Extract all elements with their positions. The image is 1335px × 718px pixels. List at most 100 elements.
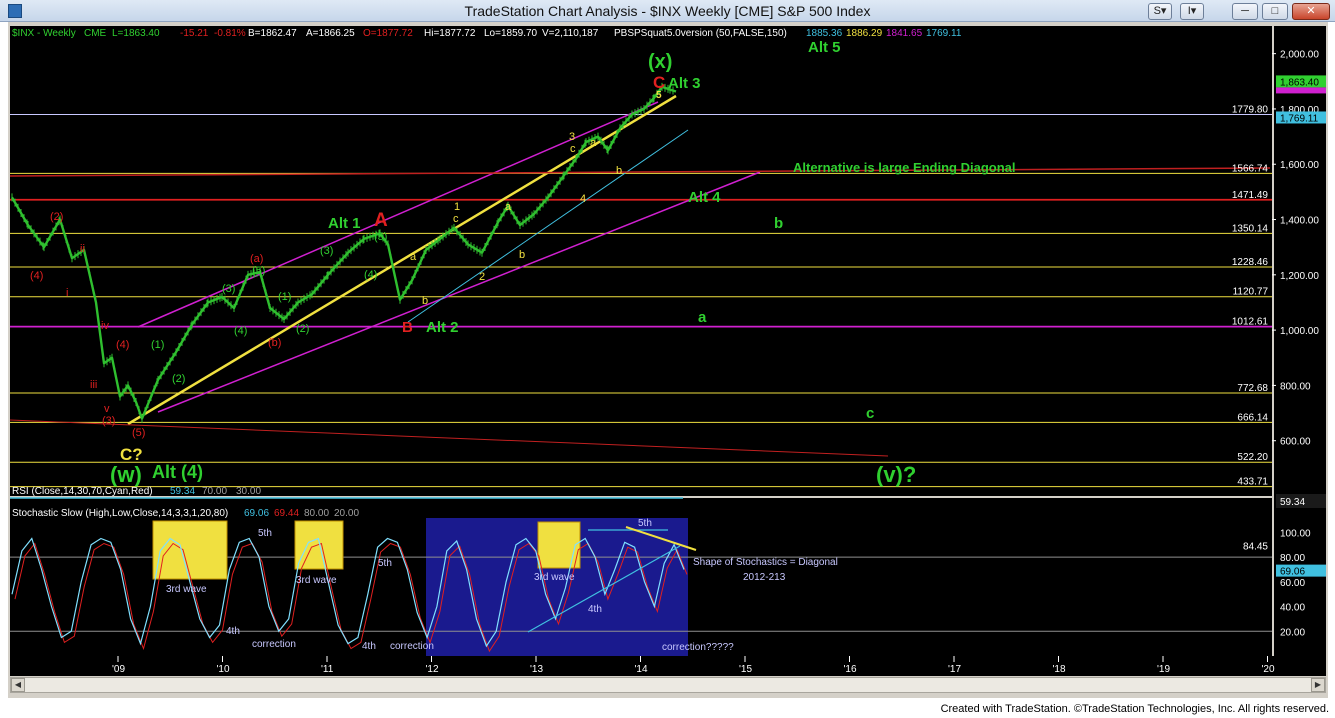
note-years: 2012-213 bbox=[743, 572, 786, 583]
time-tick-0: '09 bbox=[112, 664, 125, 675]
level-label-0: 1779.80 bbox=[1232, 105, 1269, 116]
last-price-tag-text: 1,863.40 bbox=[1280, 77, 1319, 88]
indicator-value-1: 1885.36 bbox=[806, 28, 843, 39]
label-y2: 2 bbox=[479, 271, 485, 283]
label-g3: (3) bbox=[222, 283, 235, 295]
label-5-red: (5) bbox=[132, 427, 145, 439]
time-tick-1: '10 bbox=[217, 664, 230, 675]
label-b-green: b bbox=[774, 215, 783, 232]
label-g5b: (5) bbox=[374, 231, 387, 243]
stoch-yellow-box-3 bbox=[537, 521, 581, 569]
time-tick-8: '17 bbox=[948, 664, 961, 675]
label-w-wave: (w) bbox=[110, 462, 142, 487]
scroll-right-button[interactable]: ▶ bbox=[1311, 678, 1325, 692]
note-correction-2: correction bbox=[390, 641, 434, 652]
label-a-paren: (a) bbox=[250, 253, 263, 265]
label-ya3: a bbox=[590, 137, 597, 149]
stoch-yellow-box-1 bbox=[152, 520, 228, 580]
label-alt1: Alt 1 bbox=[328, 215, 361, 232]
stoch-d: 69.44 bbox=[274, 508, 299, 519]
high-value: Hi=1877.72 bbox=[424, 28, 476, 39]
rsi-tag-text: 59.34 bbox=[1280, 497, 1305, 508]
label-2-red: (2) bbox=[50, 211, 63, 223]
note-fifth-2: 5th bbox=[378, 558, 392, 569]
time-tick-10: '19 bbox=[1157, 664, 1170, 675]
header-readout: $INX - Weekly CME L=1863.40 -15.21 -0.81… bbox=[12, 28, 962, 39]
level-label-2: 1471.49 bbox=[1232, 190, 1269, 201]
bid-value: B=1862.47 bbox=[248, 28, 297, 39]
time-tick-11: '20 bbox=[1262, 664, 1275, 675]
note-third-wave-1: 3rd wave bbox=[166, 584, 207, 595]
info-button[interactable]: I▾ bbox=[1180, 3, 1204, 20]
level-label-10: 433.71 bbox=[1237, 477, 1268, 488]
rsi-upper: 70.00 bbox=[202, 486, 227, 497]
chart-window: 2,000.00 1,800.00 1,600.00 1,400.00 1,200.00… bbox=[8, 22, 1328, 698]
level-label-9: 522.20 bbox=[1237, 452, 1268, 463]
price-tick-3: 1,400.00 bbox=[1280, 216, 1319, 227]
note-third-wave-2: 3rd wave bbox=[296, 575, 337, 586]
note-fifth-1: 5th bbox=[258, 528, 272, 539]
rsi-lower: 30.00 bbox=[236, 486, 261, 497]
label-c-green: c bbox=[866, 405, 874, 422]
stoch-tick-0: 100.00 bbox=[1280, 528, 1311, 539]
label-g4: (4) bbox=[234, 325, 247, 337]
label-g5: (5) bbox=[252, 265, 265, 277]
stoch-level-label: 84.45 bbox=[1243, 542, 1268, 553]
level-label-7: 772.68 bbox=[1237, 383, 1268, 394]
note-third-wave-3: 3rd wave bbox=[534, 572, 575, 583]
price-tick-6: 800.00 bbox=[1280, 381, 1311, 392]
time-tick-3: '12 bbox=[426, 664, 439, 675]
indicator-label: PBSPSquat5.0version (50,FALSE,150) bbox=[614, 28, 787, 39]
label-alt5: Alt 5 bbox=[808, 39, 841, 56]
last-price: L=1863.40 bbox=[112, 28, 160, 39]
ask-value: A=1866.25 bbox=[306, 28, 355, 39]
stoch-tick-2: 60.00 bbox=[1280, 578, 1305, 589]
minimize-button[interactable]: ─ bbox=[1232, 3, 1258, 20]
indicator-value-2: 1886.29 bbox=[846, 28, 883, 39]
note-fourth-3: 4th bbox=[588, 604, 602, 615]
label-i: i bbox=[66, 287, 68, 299]
price-tag-2-text: 1,769.11 bbox=[1280, 113, 1319, 124]
rsi-value: 59.34 bbox=[170, 486, 195, 497]
label-v-wave: (v)? bbox=[876, 462, 916, 487]
label-yb: b bbox=[422, 295, 428, 307]
note-fourth-2: 4th bbox=[362, 641, 376, 652]
close-icon: ✕ bbox=[1306, 5, 1316, 17]
level-label-3: 1350.14 bbox=[1232, 223, 1269, 234]
label-yb2: b bbox=[519, 249, 525, 261]
label-alt3: Alt 3 bbox=[668, 75, 701, 92]
label-g4b: (4) bbox=[364, 269, 377, 281]
label-ya2: a bbox=[505, 201, 512, 213]
symbol-link-button[interactable]: S▾ bbox=[1148, 3, 1172, 20]
maximize-icon: □ bbox=[1271, 5, 1279, 17]
rsi-pane[interactable] bbox=[10, 498, 1272, 507]
indicator-value-4: 1769.11 bbox=[926, 28, 962, 39]
stoch-tag-text: 69.06 bbox=[1280, 567, 1305, 578]
change-percent: -0.81% bbox=[214, 28, 246, 39]
level-label-4: 1228.46 bbox=[1232, 257, 1269, 268]
horizontal-scrollbar[interactable]: ◀ ▶ bbox=[10, 677, 1326, 693]
close-button[interactable]: ✕ bbox=[1292, 3, 1330, 20]
label-g2b: (2) bbox=[296, 323, 309, 335]
open-value: O=1877.72 bbox=[363, 28, 413, 39]
price-tick-4: 1,200.00 bbox=[1280, 271, 1319, 282]
maximize-button[interactable]: □ bbox=[1262, 3, 1288, 20]
scroll-left-button[interactable]: ◀ bbox=[11, 678, 25, 692]
volume-value: V=2,110,187 bbox=[542, 28, 599, 39]
stoch-tick-3: 40.00 bbox=[1280, 603, 1305, 614]
stoch-readout: Stochastic Slow (High,Low,Close,14,3,3,1… bbox=[12, 508, 359, 519]
label-a-red: A bbox=[374, 210, 388, 231]
time-tick-5: '14 bbox=[635, 664, 648, 675]
level-label-8: 666.14 bbox=[1237, 412, 1268, 423]
label-ending-diagonal: Alternative is large Ending Diagonal bbox=[793, 160, 1016, 175]
note-correction-1: correction bbox=[252, 639, 296, 650]
arrow-right-icon: ▶ bbox=[1314, 680, 1322, 689]
price-pane[interactable] bbox=[10, 26, 1272, 496]
footer: Created with TradeStation. ©TradeStation… bbox=[0, 698, 1335, 718]
note-fourth-1: 4th bbox=[226, 626, 240, 637]
info-label: I bbox=[1187, 5, 1191, 17]
label-y3: 3 bbox=[569, 131, 575, 143]
label-alt2: Alt 2 bbox=[426, 319, 459, 336]
rsi-readout: RSI (Close,14,30,70,Cyan,Red) 59.34 70.0… bbox=[12, 486, 261, 497]
stoch-tick-4: 20.00 bbox=[1280, 627, 1305, 638]
